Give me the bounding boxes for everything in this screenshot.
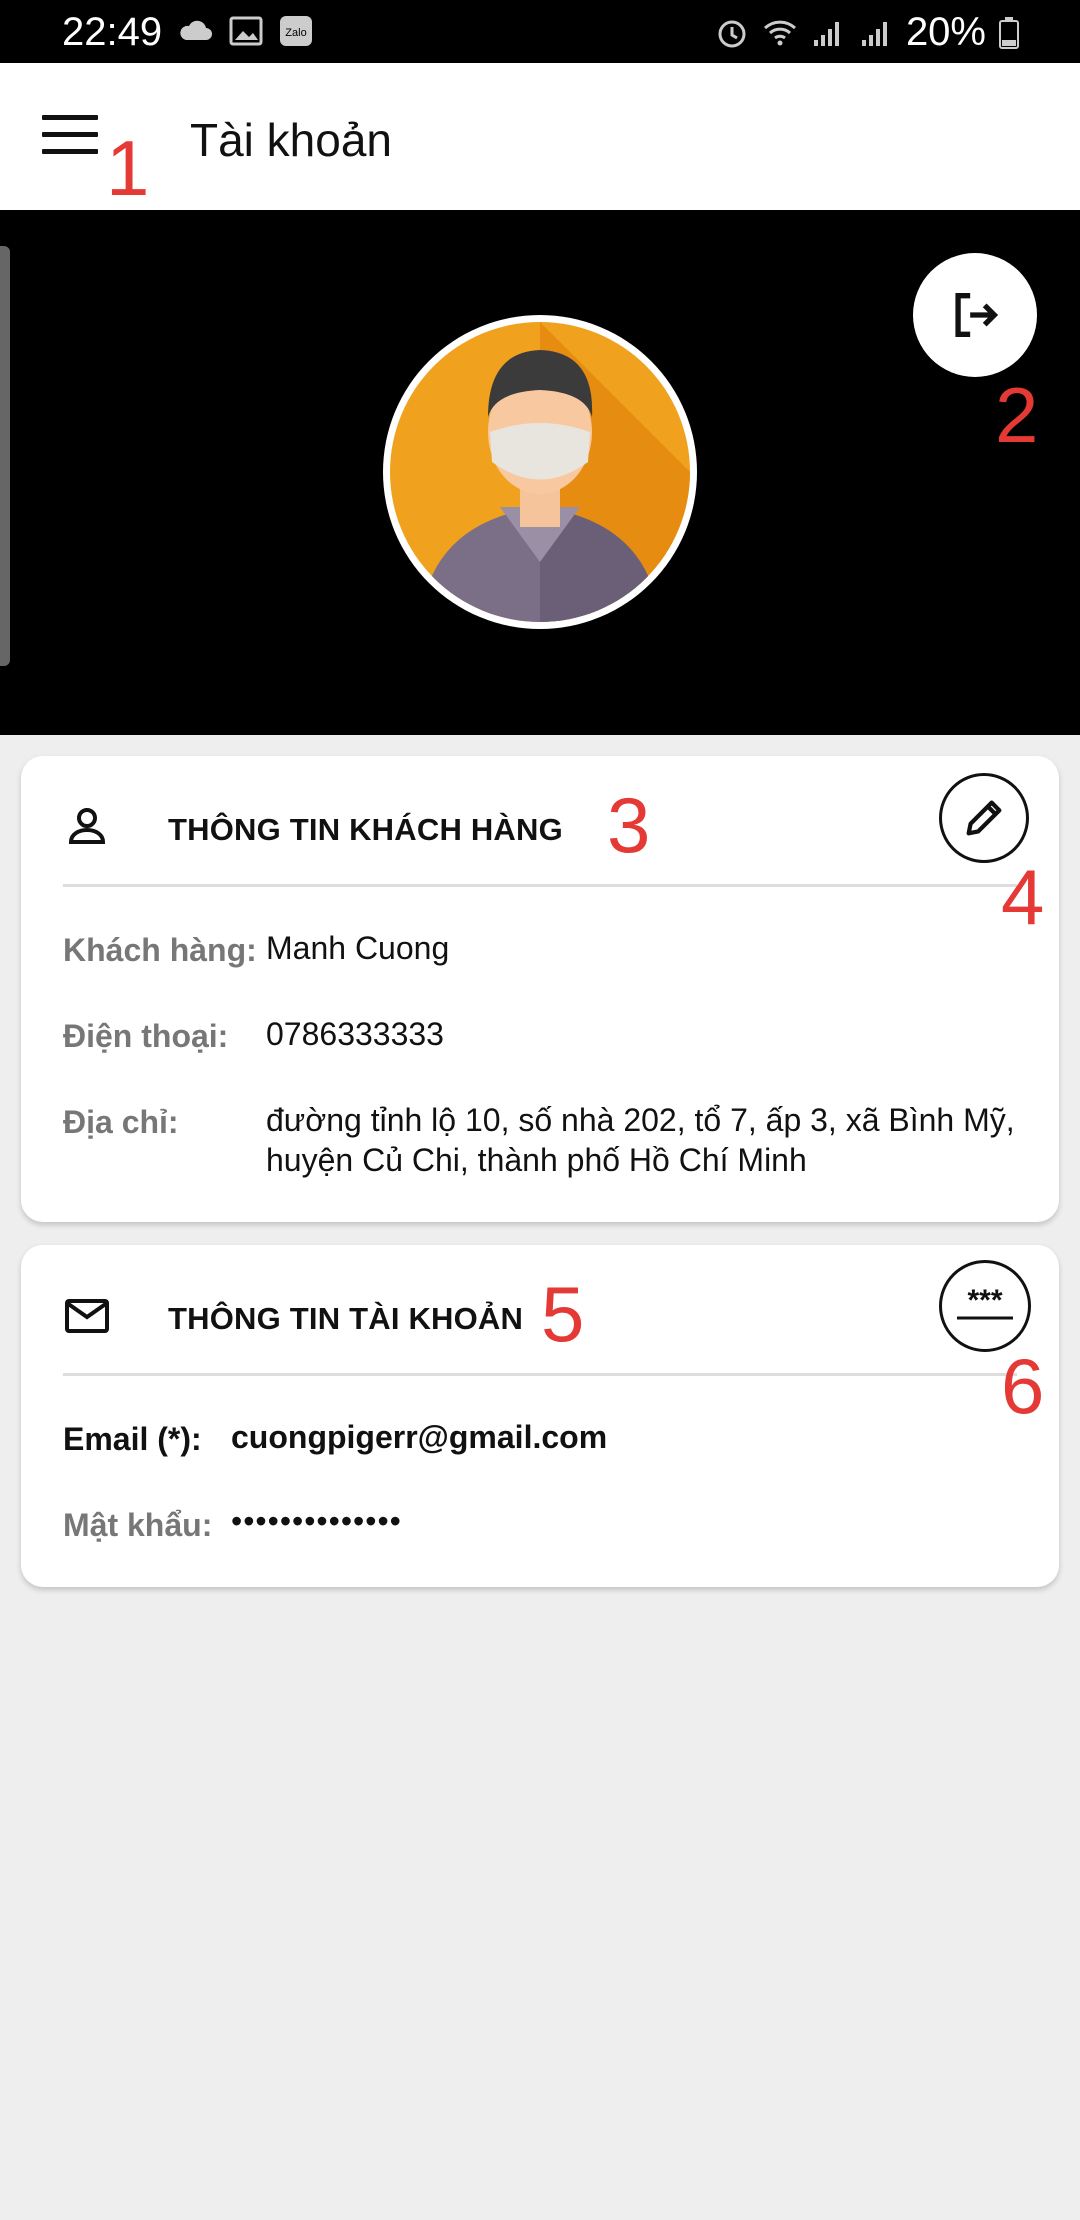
edit-customer-button[interactable] [939, 773, 1029, 863]
password-label: Mật khẩu: [63, 1507, 213, 1543]
hamburger-menu-button[interactable] [42, 115, 98, 159]
logout-button[interactable] [913, 253, 1037, 377]
svg-text:Zalo: Zalo [285, 27, 306, 39]
phone-value: 0786333333 [266, 1016, 444, 1052]
password-value: •••••••••••••• [231, 1503, 402, 1539]
app-bar: 1 Tài khoản [0, 63, 1080, 212]
email-label: Email (*): [63, 1421, 202, 1457]
annotation-1: 1 [106, 124, 150, 212]
status-time: 22:49 [62, 10, 163, 54]
change-password-button[interactable]: *** [939, 1260, 1031, 1352]
mail-icon [65, 1299, 109, 1333]
profile-header: 2 [0, 210, 1080, 735]
customer-name-value: Manh Cuong [266, 930, 450, 966]
user-avatar-image [390, 322, 690, 622]
hamburger-menu-icon-bar [42, 132, 98, 137]
hamburger-menu-icon-bar [42, 149, 98, 154]
password-row: Mật khẩu: •••••••••••••• [63, 1503, 1017, 1547]
email-row: Email (*): cuongpigerr@gmail.com [63, 1419, 1017, 1461]
customer-name-label: Khách hàng: [63, 932, 257, 968]
svg-text:***: *** [967, 1286, 1002, 1317]
wifi-icon [763, 20, 796, 45]
phone-row: Điện thoại: 0786333333 [63, 1016, 1017, 1058]
account-info-card: THÔNG TIN TÀI KHOẢN 5 *** 6 Email (*): c… [21, 1245, 1059, 1587]
annotation-4: 4 [1001, 853, 1045, 941]
status-left-icons: Zalo [178, 14, 314, 48]
image-icon [229, 16, 263, 46]
address-label: Địa chỉ: [63, 1104, 179, 1140]
alarm-icon [718, 20, 746, 47]
annotation-2: 2 [995, 371, 1039, 459]
status-bar: 22:49 Zalo 20% [0, 0, 1080, 63]
customer-info-header: THÔNG TIN KHÁCH HÀNG 3 4 [63, 756, 1044, 941]
annotation-5: 5 [541, 1270, 585, 1358]
address-row: Địa chỉ: đường tỉnh lộ 10, số nhà 202, t… [63, 1102, 1017, 1194]
logout-icon [955, 293, 999, 337]
pencil-edit-icon [966, 800, 1002, 836]
phone-label: Điện thoại: [63, 1018, 229, 1054]
signal-icon [861, 21, 887, 46]
person-icon [68, 808, 106, 844]
customer-info-card: THÔNG TIN KHÁCH HÀNG 3 4 Khách hàng: Man… [21, 756, 1059, 1222]
cloud-icon [180, 20, 212, 40]
annotation-3: 3 [607, 781, 651, 869]
page-title: Tài khoản [190, 114, 393, 166]
hamburger-menu-icon [42, 115, 98, 120]
battery-percent: 20% [905, 10, 986, 54]
customer-info-title: THÔNG TIN KHÁCH HÀNG [168, 812, 563, 847]
status-right-icons: 20% [714, 10, 1020, 55]
change-password-icon: *** [957, 1286, 1013, 1320]
drawer-edge-handle[interactable] [0, 246, 10, 666]
signal-icon [813, 21, 839, 46]
address-value-line1: đường tỉnh lộ 10, số nhà 202, tổ 7, ấp 3… [266, 1102, 1015, 1138]
battery-icon [999, 16, 1019, 49]
address-value-line2: huyện Củ Chi, thành phố Hồ Chí Minh [266, 1142, 807, 1178]
account-info-title: THÔNG TIN TÀI KHOẢN [168, 1301, 524, 1336]
zalo-icon: Zalo [280, 16, 312, 46]
account-info-header: THÔNG TIN TÀI KHOẢN 5 *** 6 [63, 1245, 1044, 1430]
customer-name-row: Khách hàng: Manh Cuong [63, 930, 1017, 972]
email-value: cuongpigerr@gmail.com [231, 1419, 608, 1455]
avatar[interactable] [383, 315, 697, 629]
annotation-6: 6 [1001, 1342, 1045, 1430]
